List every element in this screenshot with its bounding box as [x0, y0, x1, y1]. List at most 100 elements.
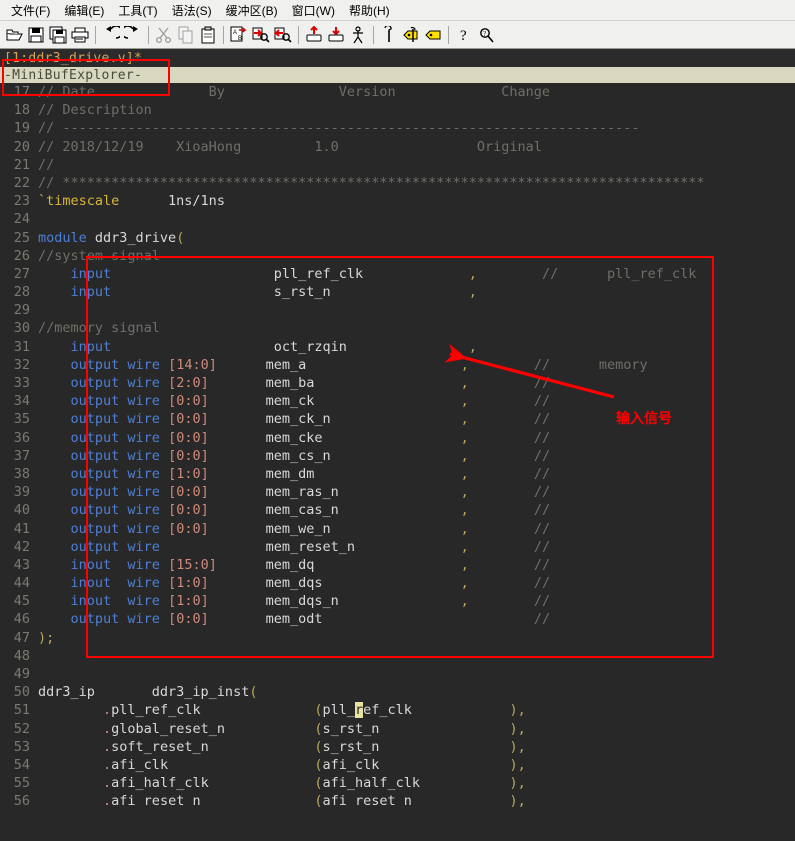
code-text[interactable]: .soft_reset_n (s_rst_n ), — [38, 739, 526, 755]
code-line[interactable]: 49 — [0, 665, 795, 683]
menu-syntax[interactable]: 语法(S) — [165, 1, 219, 20]
code-text[interactable]: input s_rst_n , — [38, 284, 477, 300]
code-line[interactable]: 36 output wire [0:0] mem_cke , // — [0, 429, 795, 447]
build-tags-icon[interactable] — [400, 24, 422, 46]
code-line[interactable]: 52 .global_reset_n (s_rst_n ), — [0, 720, 795, 738]
code-line[interactable]: 54 .afi_clk (afi_clk ), — [0, 756, 795, 774]
code-text[interactable]: .global_reset_n (s_rst_n ), — [38, 721, 526, 737]
print-icon[interactable] — [69, 24, 91, 46]
menu-buffers[interactable]: 缓冲区(B) — [219, 1, 285, 20]
code-line[interactable]: 28 input s_rst_n , — [0, 283, 795, 301]
code-line[interactable]: 25 module ddr3_drive( — [0, 229, 795, 247]
code-text[interactable]: output wire [1:0] mem_dm , // — [38, 466, 551, 482]
help-icon[interactable]: ? — [453, 24, 475, 46]
save-all-icon[interactable] — [47, 24, 69, 46]
code-line[interactable]: 32 output wire [14:0] mem_a , // memory — [0, 356, 795, 374]
code-line[interactable]: 42 output wire mem_reset_n , // — [0, 538, 795, 556]
code-line[interactable]: 41 output wire [0:0] mem_we_n , // — [0, 520, 795, 538]
menu-edit[interactable]: 编辑(E) — [57, 1, 111, 20]
save-icon[interactable] — [25, 24, 47, 46]
code-text[interactable]: inout wire [1:0] mem_dqs_n , // — [38, 593, 551, 609]
code-text[interactable]: output wire [0:0] mem_odt // — [38, 611, 551, 627]
code-line[interactable]: 43 inout wire [15:0] mem_dq , // — [0, 556, 795, 574]
menu-tools[interactable]: 工具(T) — [111, 1, 164, 20]
code-line[interactable]: 47); — [0, 629, 795, 647]
open-file-icon[interactable] — [3, 24, 25, 46]
minibufexplorer-bar[interactable]: -MiniBufExplorer- — [0, 67, 795, 83]
code-text[interactable]: ); — [38, 630, 54, 646]
jump-tag-icon[interactable] — [422, 24, 444, 46]
buffer-tab-bar[interactable]: [1:ddr3_drive.v]* — [0, 49, 795, 67]
code-line[interactable]: 33 output wire [2:0] mem_ba , // — [0, 374, 795, 392]
code-text[interactable]: `timescale 1ns/1ns — [38, 193, 225, 209]
code-text[interactable]: input oct_rzqin , — [38, 339, 477, 355]
code-text[interactable]: output wire [0:0] mem_cs_n , // — [38, 448, 551, 464]
code-text[interactable]: // -------------------------------------… — [38, 120, 639, 136]
code-text[interactable]: // Date By Version Change — [38, 84, 550, 100]
code-line[interactable]: 21 // — [0, 156, 795, 174]
cut-icon[interactable] — [153, 24, 175, 46]
code-line[interactable]: 40 output wire [0:0] mem_cas_n , // — [0, 501, 795, 519]
code-line[interactable]: 46 output wire [0:0] mem_odt // — [0, 610, 795, 628]
copy-icon[interactable] — [175, 24, 197, 46]
menu-help[interactable]: 帮助(H) — [342, 1, 397, 20]
code-line[interactable]: 39 output wire [0:0] mem_ras_n , // — [0, 483, 795, 501]
code-line[interactable]: 19 // -----------------------------------… — [0, 119, 795, 137]
code-text[interactable]: output wire [0:0] mem_cke , // — [38, 430, 551, 446]
code-line[interactable]: 38 output wire [1:0] mem_dm , // — [0, 465, 795, 483]
menu-window[interactable]: 窗口(W) — [285, 1, 342, 20]
find-prev-icon[interactable] — [272, 24, 294, 46]
code-text[interactable]: output wire [0:0] mem_ck_n , // — [38, 411, 551, 427]
code-text[interactable]: // Description — [38, 102, 152, 118]
code-text[interactable]: output wire [2:0] mem_ba , // — [38, 375, 551, 391]
code-text[interactable]: output wire [0:0] mem_we_n , // — [38, 521, 551, 537]
code-text[interactable]: output wire [14:0] mem_a , // memory — [38, 357, 648, 373]
code-line[interactable]: 48 — [0, 647, 795, 665]
active-buffer-label[interactable]: [1:ddr3_drive.v]* — [4, 51, 142, 66]
code-line[interactable]: 22 // ***********************************… — [0, 174, 795, 192]
undo-icon[interactable] — [100, 24, 122, 46]
code-text[interactable]: // — [38, 157, 54, 173]
code-line[interactable]: 45 inout wire [1:0] mem_dqs_n , // — [0, 592, 795, 610]
load-session-icon[interactable] — [303, 24, 325, 46]
code-text[interactable]: .pll_ref_clk (pll_ref_clk ), — [38, 702, 526, 719]
code-text[interactable]: output wire mem_reset_n , // — [38, 539, 551, 555]
find-next-icon[interactable] — [250, 24, 272, 46]
code-line[interactable]: 55 .afi_half_clk (afi_half_clk ), — [0, 774, 795, 792]
code-line[interactable]: 18 // Description — [0, 101, 795, 119]
code-text[interactable]: //memory signal — [38, 320, 160, 336]
code-line[interactable]: 56 .afi_reset_n (afi_reset_n ), — [0, 792, 795, 807]
code-text[interactable]: output wire [0:0] mem_cas_n , // — [38, 502, 551, 518]
code-text[interactable]: module ddr3_drive( — [38, 230, 184, 246]
code-line[interactable]: 44 inout wire [1:0] mem_dqs , // — [0, 574, 795, 592]
code-text[interactable]: // 2018/12/19 XioaHong 1.0 Original — [38, 139, 542, 155]
code-line[interactable]: 51 .pll_ref_clk (pll_ref_clk ), — [0, 701, 795, 719]
code-text[interactable]: output wire [0:0] mem_ras_n , // — [38, 484, 551, 500]
code-line[interactable]: 29 — [0, 301, 795, 319]
code-text[interactable]: inout wire [15:0] mem_dq , // — [38, 557, 551, 573]
code-text[interactable]: .afi_reset_n (afi_reset_n ), — [38, 793, 526, 807]
code-line[interactable]: 17 // Date By Version Change — [0, 83, 795, 101]
paste-icon[interactable] — [197, 24, 219, 46]
code-line[interactable]: 23 `timescale 1ns/1ns — [0, 192, 795, 210]
code-text[interactable]: input pll_ref_clk , // pll_ref_clk — [38, 266, 697, 282]
menu-file[interactable]: 文件(F) — [4, 1, 57, 20]
code-editor[interactable]: 17 // Date By Version Change 18 // Descript… — [0, 83, 795, 807]
code-text[interactable]: inout wire [1:0] mem_dqs , // — [38, 575, 551, 591]
code-text[interactable]: .afi_half_clk (afi_half_clk ), — [38, 775, 526, 791]
code-lines[interactable]: 17 // Date By Version Change 18 // Descript… — [0, 83, 795, 807]
find-replace-icon[interactable]: A B — [228, 24, 250, 46]
make-icon[interactable] — [378, 24, 400, 46]
code-line[interactable]: 53 .soft_reset_n (s_rst_n ), — [0, 738, 795, 756]
redo-icon[interactable] — [122, 24, 144, 46]
find-help-icon[interactable]: ? — [475, 24, 497, 46]
code-line[interactable]: 24 — [0, 210, 795, 228]
code-line[interactable]: 20 // 2018/12/19 XioaHong 1.0 Original — [0, 138, 795, 156]
code-text[interactable]: //system signal — [38, 248, 160, 264]
run-script-icon[interactable] — [347, 24, 369, 46]
code-line[interactable]: 35 output wire [0:0] mem_ck_n , // — [0, 410, 795, 428]
code-line[interactable]: 31 input oct_rzqin , — [0, 338, 795, 356]
code-text[interactable]: ddr3_ip ddr3_ip_inst( — [38, 684, 257, 700]
code-line[interactable]: 26 //system signal — [0, 247, 795, 265]
code-text[interactable]: output wire [0:0] mem_ck , // — [38, 393, 551, 409]
